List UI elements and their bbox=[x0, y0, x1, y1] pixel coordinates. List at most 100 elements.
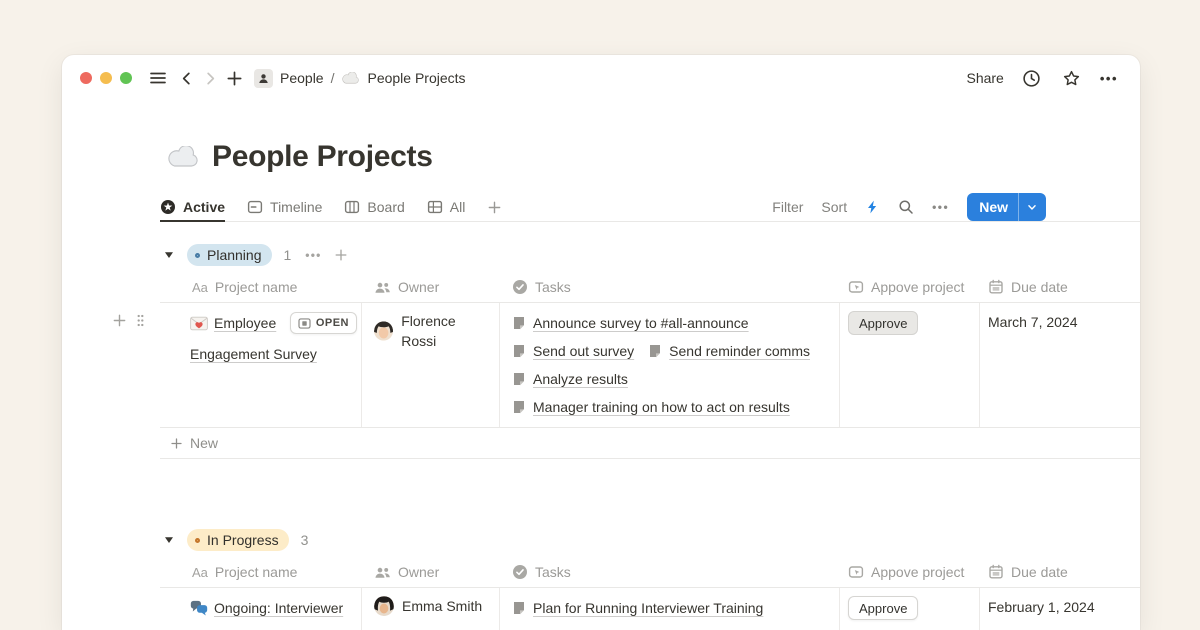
clock-icon[interactable] bbox=[1020, 66, 1044, 90]
page-title[interactable]: People Projects bbox=[212, 140, 433, 174]
task-link[interactable]: Manager training on how to act on result… bbox=[512, 393, 790, 421]
tab-label: Active bbox=[183, 199, 225, 215]
task-link[interactable]: Run interviewer training session bbox=[512, 622, 731, 630]
project-title-link[interactable]: Ongoing: Interviewer training bbox=[190, 600, 343, 630]
header-approve-project[interactable]: Appove project bbox=[840, 564, 980, 580]
new-row-button[interactable]: New bbox=[160, 428, 1140, 459]
star-icon[interactable] bbox=[1060, 66, 1084, 90]
new-row-label: New bbox=[190, 435, 218, 451]
cloud-icon bbox=[341, 72, 360, 85]
avatar bbox=[374, 596, 394, 616]
filter-button[interactable]: Filter bbox=[772, 199, 803, 215]
board-view-icon bbox=[344, 199, 360, 215]
breadcrumb-team[interactable]: People bbox=[280, 70, 324, 86]
new-page-icon[interactable] bbox=[222, 66, 246, 90]
sort-button[interactable]: Sort bbox=[821, 199, 847, 215]
owner-name: Florence Rossi bbox=[401, 311, 491, 351]
breadcrumb-page[interactable]: People Projects bbox=[367, 70, 465, 86]
group-status-pill[interactable]: Planning bbox=[187, 244, 272, 266]
views-toolbar: Active Timeline Board All bbox=[160, 193, 1140, 222]
people-icon bbox=[374, 281, 391, 294]
group-add-row-icon[interactable] bbox=[334, 248, 348, 262]
open-badge-label: OPEN bbox=[316, 318, 349, 329]
group-header-in-progress: In Progress 3 bbox=[160, 529, 1140, 551]
button-property-icon bbox=[848, 564, 864, 580]
back-icon[interactable] bbox=[174, 66, 198, 90]
task-link[interactable]: Plan for Running Interviewer Training bbox=[512, 594, 763, 622]
speech-bubbles-icon bbox=[190, 597, 208, 625]
due-date-cell[interactable]: February 1, 2024 bbox=[980, 588, 1140, 630]
table-in-progress: Aa Project name Owner Tasks Appove proj bbox=[160, 557, 1140, 630]
new-button[interactable]: New bbox=[967, 193, 1046, 221]
task-link[interactable]: Announce survey to #all-announce bbox=[512, 309, 749, 337]
view-more-button[interactable]: ••• bbox=[932, 200, 949, 214]
header-label: Tasks bbox=[535, 564, 571, 580]
add-view-button[interactable] bbox=[487, 193, 502, 221]
text-property-icon: Aa bbox=[192, 280, 208, 295]
header-owner[interactable]: Owner bbox=[362, 564, 500, 580]
love-letter-icon bbox=[190, 312, 208, 340]
header-due-date[interactable]: Due date bbox=[980, 279, 1140, 295]
tab-all[interactable]: All bbox=[427, 193, 466, 221]
group-status-pill[interactable]: In Progress bbox=[187, 529, 289, 551]
chevron-down-icon[interactable] bbox=[1018, 193, 1046, 221]
forward-icon[interactable] bbox=[198, 66, 222, 90]
header-label: Appove project bbox=[871, 564, 964, 580]
header-approve-project[interactable]: Appove project bbox=[840, 279, 980, 295]
zoom-window-button[interactable] bbox=[120, 72, 132, 84]
project-name-cell: Ongoing: Interviewer training bbox=[160, 588, 362, 630]
header-owner[interactable]: Owner bbox=[362, 279, 500, 295]
task-link[interactable]: Send reminder comms bbox=[648, 337, 810, 365]
table-header-row: Aa Project name Owner Tasks Appove proj bbox=[160, 557, 1140, 588]
header-tasks[interactable]: Tasks bbox=[500, 279, 840, 295]
more-options-button[interactable]: ••• bbox=[1100, 71, 1118, 86]
page-icon-cloud[interactable] bbox=[166, 146, 200, 169]
close-window-button[interactable] bbox=[80, 72, 92, 84]
owner-cell: Florence Rossi bbox=[362, 303, 500, 427]
check-circle-icon bbox=[512, 564, 528, 580]
owner-person[interactable]: Emma Smith bbox=[374, 596, 482, 616]
lightning-icon[interactable] bbox=[865, 199, 880, 215]
header-due-date[interactable]: Due date bbox=[980, 564, 1140, 580]
search-icon[interactable] bbox=[898, 199, 914, 215]
due-date-cell[interactable]: March 7, 2024 bbox=[980, 303, 1140, 427]
check-circle-icon bbox=[512, 279, 528, 295]
star-circle-icon bbox=[160, 199, 176, 215]
header-project-name[interactable]: Aa Project name bbox=[160, 279, 362, 295]
minimize-window-button[interactable] bbox=[100, 72, 112, 84]
table-row: Employee Engagement Survey OPEN Florence… bbox=[160, 303, 1140, 428]
open-page-button[interactable]: OPEN bbox=[290, 312, 357, 334]
tab-label: All bbox=[450, 199, 466, 215]
task-link[interactable]: Analyze results bbox=[512, 365, 628, 393]
header-tasks[interactable]: Tasks bbox=[500, 564, 840, 580]
sidebar-toggle-icon[interactable] bbox=[146, 66, 170, 90]
approve-button[interactable]: Approve bbox=[848, 596, 918, 620]
tab-timeline[interactable]: Timeline bbox=[247, 193, 322, 221]
group-label: Planning bbox=[207, 247, 262, 263]
notion-window: People / People Projects Share ••• Peopl… bbox=[62, 55, 1140, 630]
add-row-icon[interactable] bbox=[112, 313, 127, 328]
row-gutter bbox=[112, 313, 145, 328]
group-count: 1 bbox=[284, 247, 292, 263]
tab-label: Timeline bbox=[270, 199, 322, 215]
tab-board[interactable]: Board bbox=[344, 193, 404, 221]
approve-button[interactable]: Approve bbox=[848, 311, 918, 335]
header-label: Owner bbox=[398, 279, 439, 295]
header-label: Due date bbox=[1011, 564, 1068, 580]
task-title: Announce survey to #all-announce bbox=[533, 315, 749, 331]
group-header-planning: Planning 1 ••• bbox=[160, 244, 1140, 266]
collapse-group-icon[interactable] bbox=[164, 251, 175, 259]
approve-cell: Approve bbox=[840, 588, 980, 630]
group-more-button[interactable]: ••• bbox=[305, 248, 321, 262]
view-tabs: Active Timeline Board All bbox=[160, 193, 502, 221]
people-icon bbox=[374, 566, 391, 579]
button-property-icon bbox=[848, 279, 864, 295]
drag-handle-icon[interactable] bbox=[136, 313, 145, 328]
task-link[interactable]: Send out survey bbox=[512, 337, 634, 365]
tab-active[interactable]: Active bbox=[160, 194, 225, 222]
avatar bbox=[374, 321, 393, 341]
share-button[interactable]: Share bbox=[966, 70, 1003, 86]
owner-person[interactable]: Florence Rossi bbox=[374, 311, 491, 351]
header-project-name[interactable]: Aa Project name bbox=[160, 564, 362, 580]
collapse-group-icon[interactable] bbox=[164, 536, 175, 544]
